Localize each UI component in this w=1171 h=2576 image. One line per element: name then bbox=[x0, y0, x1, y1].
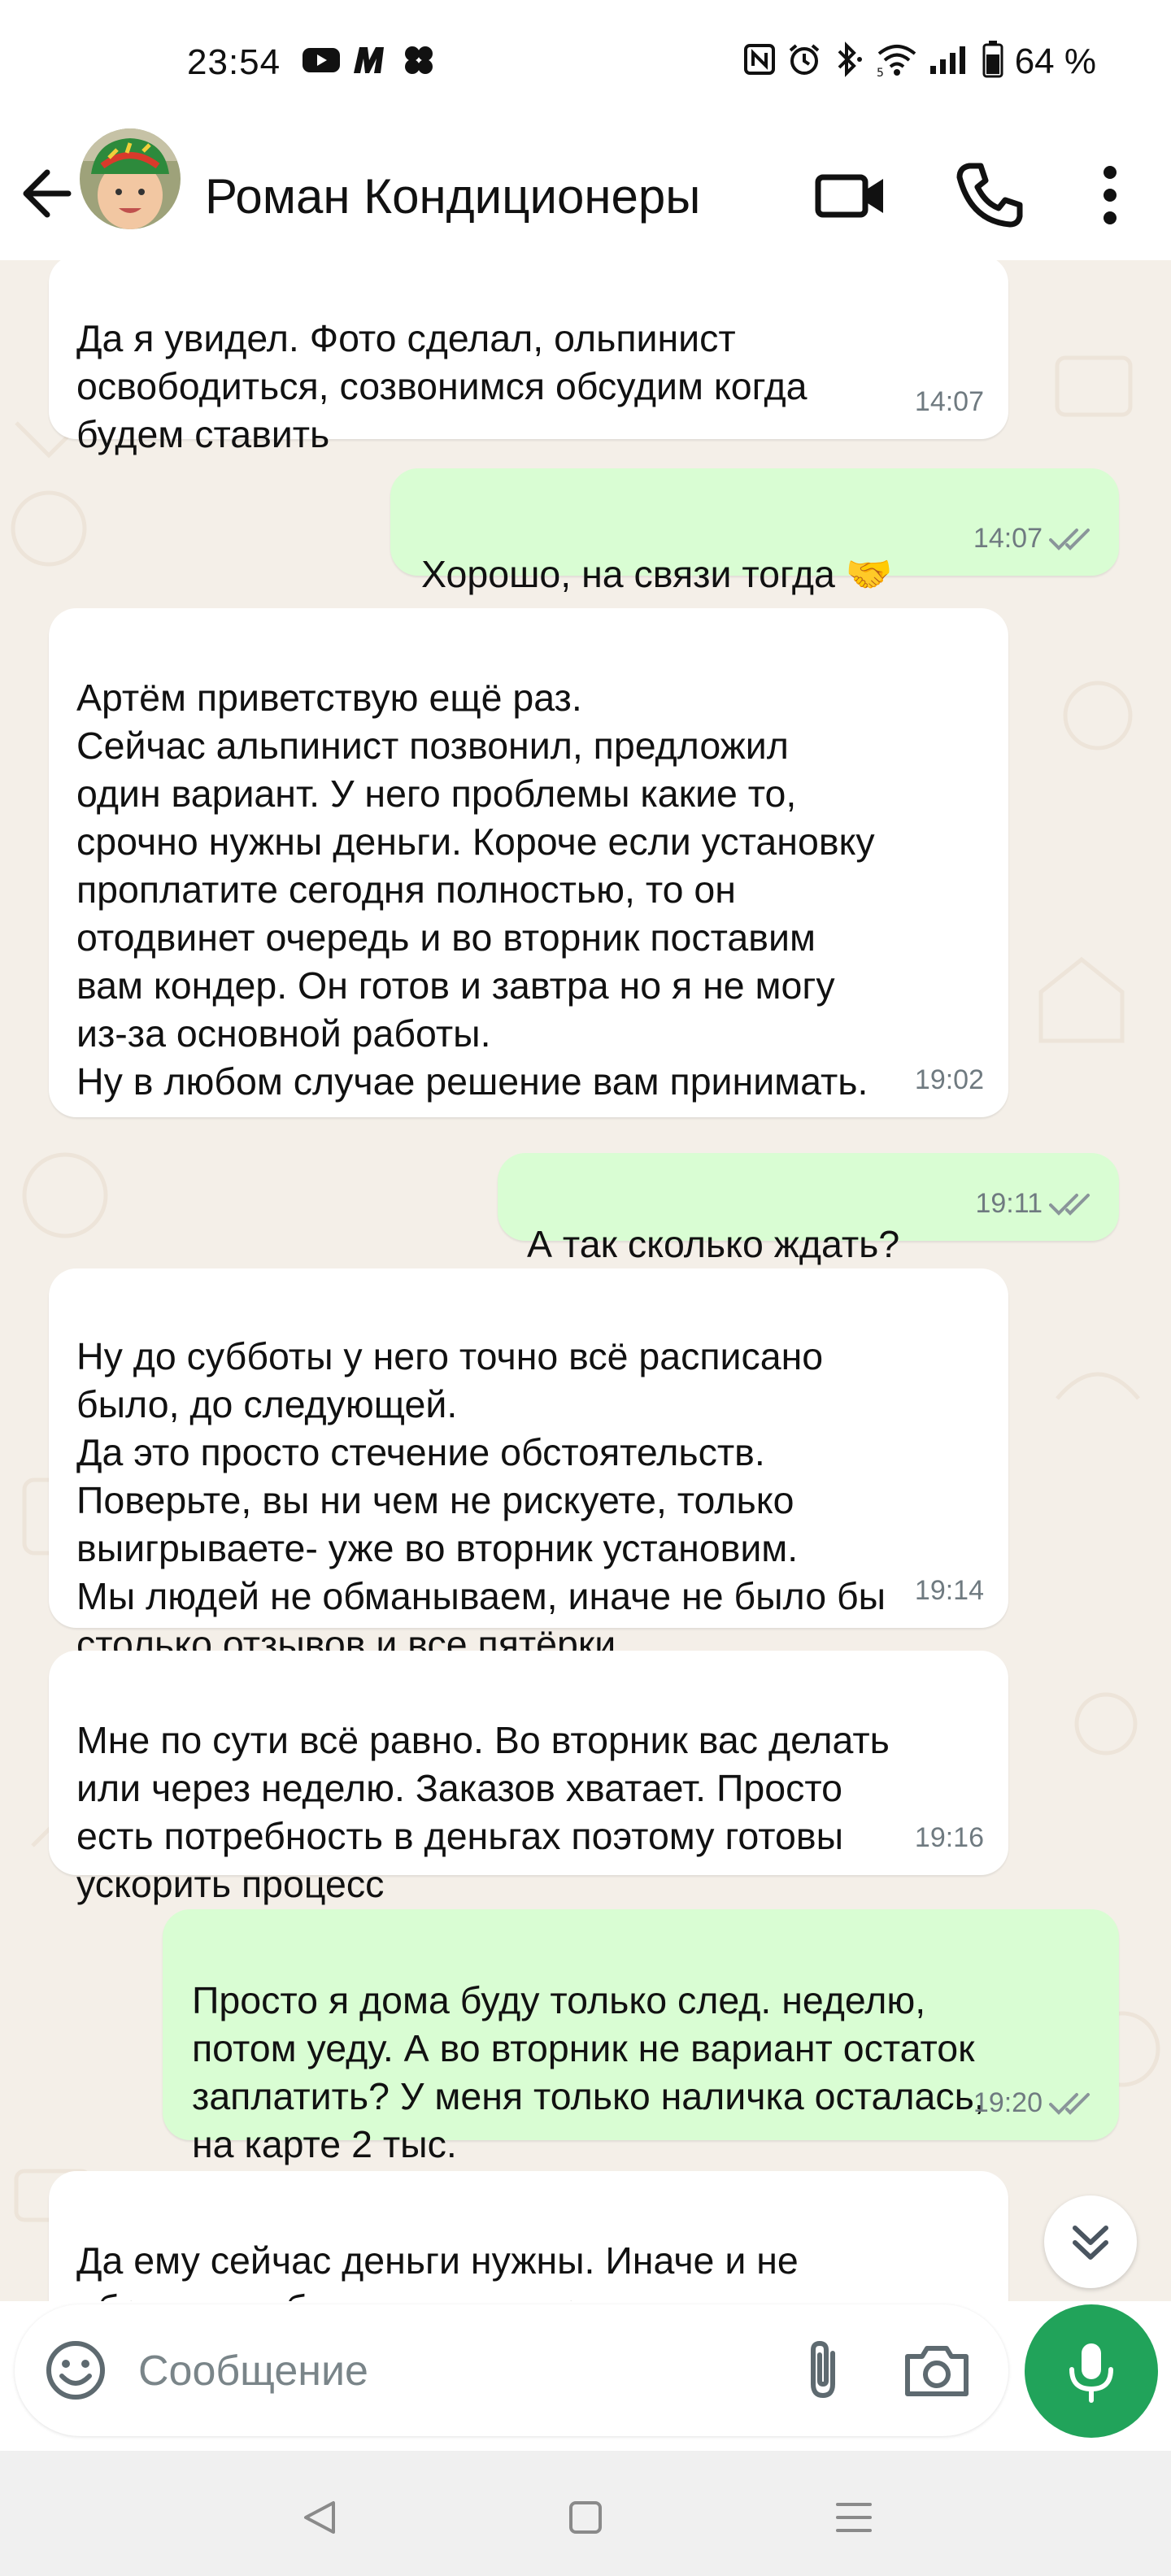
double-chevron-down-icon bbox=[1073, 2226, 1108, 2260]
nav-back-button[interactable] bbox=[288, 2485, 353, 2550]
message-time: 19:20 bbox=[973, 2087, 1043, 2118]
clover-icon bbox=[402, 44, 436, 80]
message-time: 19:14 bbox=[914, 1575, 984, 1606]
read-ticks-icon bbox=[1049, 528, 1090, 550]
message-text: Да я увидел. Фото сделал, ольпинист осво… bbox=[76, 317, 808, 455]
app-m-icon bbox=[351, 44, 390, 80]
message-time: 19:16 bbox=[914, 1822, 984, 1853]
more-vert-icon bbox=[1104, 166, 1117, 224]
message-outgoing[interactable]: А так сколько ждать? 19:11 bbox=[498, 1153, 1119, 1265]
phone-icon bbox=[956, 163, 1023, 228]
message-outgoing[interactable]: Просто я дома буду только след. неделю, … bbox=[163, 1909, 1119, 2165]
status-bar: 23:54 5 64 % bbox=[0, 0, 1171, 130]
message-incoming[interactable]: Мне по сути всё равно. Во вторник вас де… bbox=[49, 1651, 1008, 1905]
camera-icon bbox=[905, 2346, 969, 2396]
microphone-icon bbox=[1069, 2343, 1113, 2403]
message-text: А так сколько ждать? bbox=[527, 1223, 900, 1265]
message-incoming[interactable]: Да ему сейчас деньги нужны. Иначе и не о… bbox=[49, 2171, 1008, 2301]
nav-home-icon bbox=[569, 2501, 602, 2534]
svg-text:5: 5 bbox=[877, 67, 884, 76]
scroll-to-bottom-button[interactable] bbox=[1044, 2195, 1137, 2288]
nav-back-icon bbox=[304, 2501, 335, 2534]
emoji-icon bbox=[46, 2341, 105, 2400]
message-text: Просто я дома буду только след. неделю, … bbox=[192, 1979, 985, 2165]
more-options-button[interactable] bbox=[1073, 154, 1147, 236]
message-incoming[interactable]: Да я увидел. Фото сделал, ольпинист осво… bbox=[49, 260, 1008, 455]
read-ticks-icon bbox=[1049, 1193, 1090, 1216]
camera-button[interactable] bbox=[898, 2334, 976, 2407]
message-input[interactable] bbox=[137, 2332, 758, 2410]
message-text: Ну до субботы у него точно всё расписано… bbox=[76, 1335, 886, 1665]
wifi-icon: 5 bbox=[877, 42, 917, 80]
message-outgoing[interactable]: Хорошо, на связи тогда 🤝 14:07 bbox=[390, 468, 1119, 595]
paperclip-icon bbox=[811, 2340, 835, 2399]
back-arrow-icon bbox=[23, 169, 72, 218]
read-ticks-icon bbox=[1049, 2092, 1090, 2115]
nav-home-button[interactable] bbox=[553, 2485, 618, 2550]
message-incoming[interactable]: Ну до субботы у него точно всё расписано… bbox=[49, 1268, 1008, 1665]
message-time: 19:02 bbox=[914, 1064, 984, 1095]
contact-name[interactable]: Роман Кондиционеры bbox=[205, 148, 700, 246]
attach-button[interactable] bbox=[787, 2334, 860, 2407]
chat-area[interactable]: Да я увидел. Фото сделал, ольпинист осво… bbox=[0, 260, 1171, 2301]
voice-call-button[interactable] bbox=[948, 154, 1030, 236]
nav-recents-button[interactable] bbox=[821, 2485, 886, 2550]
system-navigation-bar bbox=[0, 2451, 1171, 2576]
message-time: 14:07 bbox=[973, 523, 1043, 554]
message-time: 19:11 bbox=[975, 1188, 1043, 1219]
avatar[interactable] bbox=[80, 128, 181, 229]
message-text: Да ему сейчас деньги нужны. Иначе и не о… bbox=[76, 2239, 812, 2301]
message-text: Хорошо, на связи тогда 🤝 bbox=[421, 553, 893, 595]
bluetooth-icon bbox=[833, 41, 865, 81]
signal-icon bbox=[929, 43, 971, 80]
battery-icon bbox=[982, 41, 1003, 82]
chat-header: Роман Кондиционеры bbox=[0, 128, 1171, 260]
alarm-icon bbox=[787, 42, 821, 80]
back-button[interactable] bbox=[18, 153, 75, 234]
message-text: Артём приветствую ещё раз. Сейчас альпин… bbox=[76, 677, 875, 1103]
voice-message-button[interactable] bbox=[1025, 2304, 1158, 2438]
emoji-button[interactable] bbox=[41, 2335, 111, 2405]
battery-percent: 64 % bbox=[1014, 41, 1096, 81]
youtube-icon bbox=[303, 46, 340, 78]
message-composer bbox=[15, 2304, 1008, 2436]
message-incoming[interactable]: Артём приветствую ещё раз. Сейчас альпин… bbox=[49, 608, 1008, 1117]
video-call-button[interactable] bbox=[812, 154, 893, 236]
video-call-icon bbox=[815, 174, 883, 218]
nfc-icon bbox=[743, 43, 776, 80]
status-time: 23:54 bbox=[187, 42, 281, 82]
message-time: 14:07 bbox=[914, 386, 984, 417]
nav-recents-icon bbox=[836, 2503, 872, 2532]
